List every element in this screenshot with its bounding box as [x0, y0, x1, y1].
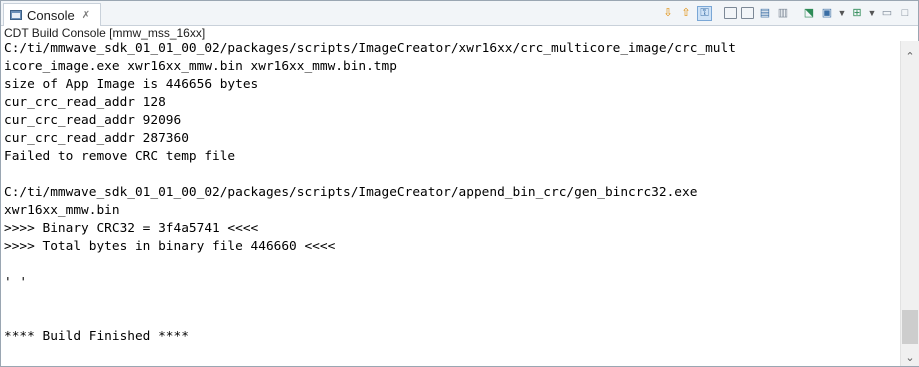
maximize-icon[interactable]: □ — [898, 6, 912, 20]
display-console-icon[interactable]: ▣ — [820, 6, 834, 20]
copy-icon[interactable] — [724, 7, 737, 19]
pin-icon[interactable]: ⬔ — [802, 6, 816, 20]
console-icon — [10, 10, 22, 20]
console-line: cur_crc_read_addr 287360 — [4, 131, 189, 146]
minimize-icon[interactable]: ▭ — [880, 6, 894, 20]
tab-console[interactable]: Console ✗ — [3, 3, 102, 26]
chevron-down-icon[interactable]: ▼ — [868, 6, 877, 20]
view-tab-bar: Console ✗ ⇩ ⇧ ⚿ ▤ ▥ ⬔ ▣ ▼ ⊞ ▼ ▭ □ — [1, 1, 918, 26]
toolbar-separator — [794, 6, 798, 20]
console-view: Console ✗ ⇩ ⇧ ⚿ ▤ ▥ ⬔ ▣ ▼ ⊞ ▼ ▭ □ CDT Bu… — [0, 0, 919, 367]
console-line: >>>> Binary CRC32 = 3f4a5741 <<<< — [4, 221, 259, 236]
console-line: size of App Image is 446656 bytes — [4, 77, 259, 92]
tab-console-label: Console — [27, 7, 75, 23]
paste-icon[interactable] — [741, 7, 754, 19]
vertical-scrollbar[interactable]: ⌃ ⌄ — [900, 41, 919, 366]
chevron-down-icon[interactable]: ⌄ — [901, 350, 919, 366]
console-line: cur_crc_read_addr 128 — [4, 95, 166, 110]
console-line: ' ' — [4, 275, 28, 290]
scrollbar-thumb[interactable] — [902, 310, 918, 344]
console-toolbar: ⇩ ⇧ ⚿ ▤ ▥ ⬔ ▣ ▼ ⊞ ▼ ▭ □ — [661, 4, 912, 22]
console-title: CDT Build Console [mmw_mss_16xx] — [4, 26, 206, 40]
select-all-icon[interactable]: ▤ — [758, 6, 772, 20]
console-output[interactable]: C:/ti/mmwave_sdk_01_01_00_02/packages/sc… — [1, 41, 901, 366]
console-line: xwr16xx_mmw.bin — [4, 203, 120, 218]
console-line: C:/ti/mmwave_sdk_01_01_00_02/packages/sc… — [4, 41, 736, 56]
close-icon[interactable]: ✗ — [82, 10, 90, 21]
toolbar-separator — [716, 6, 720, 20]
clear-icon[interactable]: ▥ — [776, 6, 790, 20]
console-line: C:/ti/mmwave_sdk_01_01_00_02/packages/sc… — [4, 185, 698, 200]
scroll-lock-icon[interactable]: ⚿ — [697, 5, 712, 21]
console-line: cur_crc_read_addr 92096 — [4, 113, 182, 128]
console-line: icore_image.exe xwr16xx_mmw.bin xwr16xx_… — [4, 59, 397, 74]
chevron-down-icon[interactable]: ▼ — [838, 6, 847, 20]
scroll-up-icon[interactable]: ⇧ — [679, 6, 693, 20]
console-line: Failed to remove CRC temp file — [4, 149, 236, 164]
scroll-down-icon[interactable]: ⇩ — [661, 6, 675, 20]
chevron-up-icon[interactable]: ⌃ — [901, 49, 919, 65]
open-console-icon[interactable]: ⊞ — [850, 6, 864, 20]
console-line: >>>> Total bytes in binary file 446660 <… — [4, 239, 336, 254]
console-line: **** Build Finished **** — [4, 329, 189, 344]
